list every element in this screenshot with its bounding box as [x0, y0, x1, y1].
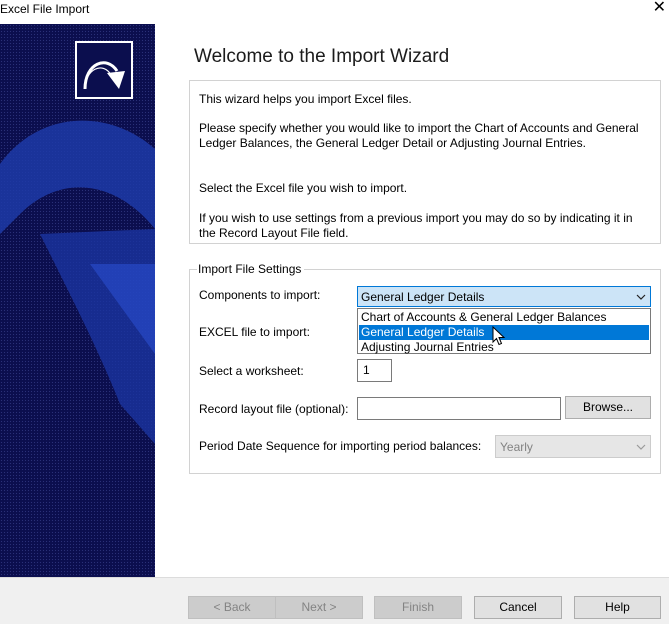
- close-icon[interactable]: ✕: [653, 0, 666, 17]
- record-layout-input[interactable]: [357, 397, 561, 420]
- cancel-button[interactable]: Cancel: [474, 596, 562, 619]
- banner-swoosh: [0, 120, 155, 444]
- components-label: Components to import:: [199, 288, 321, 302]
- window-title: Excel File Import: [0, 2, 90, 16]
- components-select[interactable]: General Ledger Details: [357, 286, 651, 307]
- mouse-pointer-icon: [492, 326, 506, 346]
- browse-button[interactable]: Browse...: [565, 396, 651, 419]
- info-text-1: This wizard helps you import Excel files…: [199, 92, 412, 106]
- title-bar: Excel File Import ✕: [0, 0, 669, 22]
- curved-arrow-icon: [83, 61, 125, 90]
- back-button[interactable]: < Back: [188, 596, 276, 619]
- help-button[interactable]: Help: [574, 596, 661, 619]
- info-text-4: If you wish to use settings from a previ…: [199, 211, 633, 240]
- components-selected-value: General Ledger Details: [361, 290, 485, 304]
- wizard-logo: [75, 41, 133, 99]
- record-layout-label: Record layout file (optional):: [199, 402, 349, 416]
- period-sequence-select[interactable]: Yearly: [495, 435, 651, 458]
- dropdown-option-chart-of-accounts[interactable]: Chart of Accounts & General Ledger Balan…: [359, 310, 649, 325]
- next-button[interactable]: Next >: [275, 596, 363, 619]
- chevron-down-icon[interactable]: [634, 290, 648, 304]
- worksheet-label: Select a worksheet:: [199, 364, 304, 378]
- worksheet-input[interactable]: 1: [357, 359, 392, 382]
- chevron-down-icon[interactable]: [634, 440, 648, 454]
- period-sequence-label: Period Date Sequence for importing perio…: [199, 439, 482, 453]
- period-sequence-value: Yearly: [500, 440, 533, 454]
- wizard-footer: < Back Next > Finish Cancel Help: [0, 577, 669, 624]
- finish-button[interactable]: Finish: [374, 596, 462, 619]
- excel-file-label: EXCEL file to import:: [199, 325, 310, 339]
- import-settings-legend: Import File Settings: [197, 262, 305, 276]
- info-text-3: Select the Excel file you wish to import…: [199, 181, 408, 195]
- page-title: Welcome to the Import Wizard: [194, 46, 450, 67]
- info-text-2: Please specify whether you would like to…: [199, 121, 639, 150]
- wizard-side-banner: [0, 24, 155, 577]
- info-panel: This wizard helps you import Excel files…: [189, 80, 661, 244]
